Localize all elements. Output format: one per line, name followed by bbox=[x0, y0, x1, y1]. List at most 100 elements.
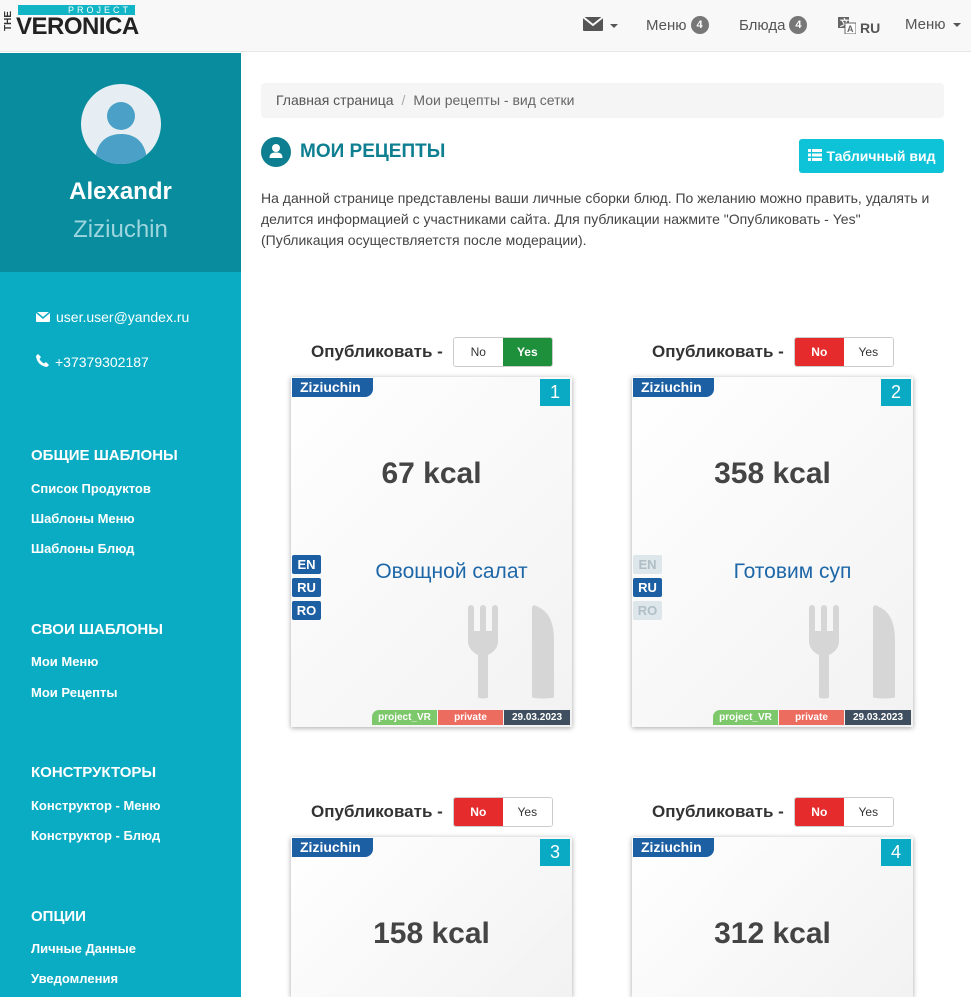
tag-date: 29.03.2023 bbox=[845, 710, 911, 725]
recipe-owner: Ziziuchin bbox=[633, 838, 714, 857]
user-icon bbox=[261, 137, 291, 167]
sidebar-link-menu-templates[interactable]: Шаблоны Меню bbox=[31, 511, 135, 526]
recipe-number: 3 bbox=[540, 839, 570, 866]
publish-yes-button[interactable]: Yes bbox=[502, 798, 552, 826]
publish-row: Опубликовать - No Yes bbox=[652, 797, 894, 827]
recipe-name[interactable]: Овощной салат bbox=[311, 560, 572, 584]
publish-label: Опубликовать - bbox=[311, 342, 443, 361]
recipe-number: 1 bbox=[540, 379, 570, 406]
avatar bbox=[81, 84, 161, 164]
breadcrumb-separator: / bbox=[401, 92, 406, 108]
breadcrumb-home[interactable]: Главная страница bbox=[276, 92, 394, 109]
publish-toggle: No Yes bbox=[793, 337, 894, 367]
nav-dishes-label: Блюда bbox=[739, 16, 786, 34]
recipe-kcal: 312 kcal bbox=[714, 917, 831, 950]
recipe-card[interactable]: Ziziuchin 3 158 kcal bbox=[291, 837, 572, 997]
recipe-owner: Ziziuchin bbox=[292, 378, 373, 397]
sidebar-link-dish-constructor[interactable]: Конструктор - Блюд bbox=[31, 828, 160, 843]
menus-count-badge: 4 bbox=[690, 16, 709, 34]
publish-row: Опубликовать - No Yes bbox=[311, 797, 553, 827]
publish-toggle: No Yes bbox=[793, 797, 894, 827]
envelope-icon bbox=[35, 309, 51, 325]
user-phone: +37379302187 bbox=[36, 354, 149, 370]
tag-project: project_VR bbox=[372, 710, 437, 725]
nav-menus-label: Меню bbox=[646, 16, 687, 34]
messages-dropdown[interactable] bbox=[582, 16, 618, 35]
recipe-kcal: 67 kcal bbox=[381, 457, 482, 490]
top-navbar: THE PROJECT VERONICA Меню 4 Блюда 4 文A R… bbox=[0, 0, 971, 52]
user-last-name: Ziziuchin bbox=[73, 216, 168, 243]
sidebar-link-my-recipes[interactable]: Мои Рецепты bbox=[31, 685, 118, 700]
publish-yes-button[interactable]: Yes bbox=[843, 798, 893, 826]
tag-privacy: private bbox=[779, 710, 844, 725]
publish-no-button[interactable]: No bbox=[453, 338, 503, 366]
publish-no-button[interactable]: No bbox=[794, 798, 844, 826]
lang-badge-ro[interactable]: RO bbox=[633, 601, 662, 620]
recipe-card[interactable]: Ziziuchin 4 312 kcal bbox=[632, 837, 913, 997]
publish-toggle: No Yes bbox=[452, 797, 553, 827]
publish-no-button[interactable]: No bbox=[453, 798, 503, 826]
list-icon bbox=[807, 148, 822, 164]
envelope-icon bbox=[582, 16, 604, 35]
recipe-card[interactable]: Ziziuchin 2 358 kcal EN RU RO Готовим су… bbox=[632, 377, 913, 727]
user-email: user.user@yandex.ru bbox=[35, 309, 190, 325]
user-avatar-icon bbox=[95, 102, 147, 164]
section-title-common-templates: ОБЩИЕ ШАБЛОНЫ bbox=[31, 447, 178, 464]
recipe-name[interactable]: Готовим суп bbox=[652, 560, 913, 584]
cutlery-icon bbox=[468, 605, 554, 700]
user-first-name: Alexandr bbox=[69, 178, 172, 205]
section-title-own-templates: СВОИ ШАБЛОНЫ bbox=[31, 621, 163, 638]
publish-row: Опубликовать - No Yes bbox=[652, 337, 894, 367]
sidebar: Alexandr Ziziuchin user.user@yandex.ru +… bbox=[0, 53, 241, 997]
recipe-number: 2 bbox=[881, 379, 911, 406]
sidebar-link-dish-templates[interactable]: Шаблоны Блюд bbox=[31, 541, 134, 556]
publish-label: Опубликовать - bbox=[652, 342, 784, 361]
recipe-kcal: 158 kcal bbox=[373, 917, 490, 950]
recipe-owner: Ziziuchin bbox=[633, 378, 714, 397]
table-view-button[interactable]: Табличный вид bbox=[799, 139, 944, 173]
sidebar-link-products[interactable]: Список Продуктов bbox=[31, 481, 151, 496]
sidebar-link-personal-data[interactable]: Личные Данные bbox=[31, 941, 136, 956]
recipe-card[interactable]: Ziziuchin 1 67 kcal EN RU RO Овощной сал… bbox=[291, 377, 572, 727]
recipe-number: 4 bbox=[881, 839, 911, 866]
publish-yes-button[interactable]: Yes bbox=[502, 338, 552, 366]
publish-label: Опубликовать - bbox=[311, 802, 443, 821]
language-switcher[interactable]: 文A RU bbox=[838, 17, 880, 38]
publish-toggle: No Yes bbox=[452, 337, 553, 367]
logo-name: VERONICA bbox=[16, 13, 139, 40]
section-title-options: ОПЦИИ bbox=[31, 908, 86, 925]
cutlery-icon bbox=[809, 605, 895, 700]
page-description: На данной странице представлены ваши лич… bbox=[261, 190, 930, 248]
page-title: МОИ РЕЦЕПТЫ bbox=[300, 141, 446, 162]
user-email-text: user.user@yandex.ru bbox=[56, 309, 190, 325]
publish-label: Опубликовать - bbox=[652, 802, 784, 821]
profile-panel: Alexandr Ziziuchin bbox=[0, 53, 241, 272]
logo-the-text: THE bbox=[3, 11, 14, 31]
publish-yes-button[interactable]: Yes bbox=[843, 338, 893, 366]
recipe-owner: Ziziuchin bbox=[292, 838, 373, 857]
sidebar-link-notifications[interactable]: Уведомления bbox=[31, 971, 118, 986]
language-label: RU bbox=[860, 19, 881, 36]
translate-icon: 文A bbox=[838, 17, 857, 38]
tag-privacy: private bbox=[438, 710, 503, 725]
user-menu-dropdown[interactable]: Меню bbox=[905, 16, 961, 33]
tag-project: project_VR bbox=[713, 710, 778, 725]
table-view-label: Табличный вид bbox=[826, 148, 936, 164]
veronica-logo[interactable]: THE PROJECT VERONICA bbox=[2, 4, 139, 40]
publish-row: Опубликовать - No Yes bbox=[311, 337, 553, 367]
nav-dishes-link[interactable]: Блюда 4 bbox=[739, 16, 808, 34]
tag-date: 29.03.2023 bbox=[504, 710, 570, 725]
user-phone-text: +37379302187 bbox=[55, 354, 149, 370]
page-header: МОИ РЕЦЕПТЫ bbox=[261, 137, 445, 167]
sidebar-link-menu-constructor[interactable]: Конструктор - Меню bbox=[31, 798, 160, 813]
recipe-tags: project_VR private 29.03.2023 bbox=[713, 710, 911, 725]
section-title-constructors: КОНСТРУКТОРЫ bbox=[31, 764, 157, 781]
lang-badge-ro[interactable]: RO bbox=[292, 601, 321, 620]
breadcrumb-current: Мои рецепты - вид сетки bbox=[413, 92, 575, 108]
nav-menus-link[interactable]: Меню 4 bbox=[646, 16, 709, 34]
sidebar-link-my-menus[interactable]: Мои Меню bbox=[31, 654, 98, 669]
chevron-down-icon bbox=[952, 22, 961, 27]
publish-no-button[interactable]: No bbox=[794, 338, 844, 366]
user-menu-label: Меню bbox=[905, 16, 946, 33]
phone-icon bbox=[36, 354, 49, 370]
